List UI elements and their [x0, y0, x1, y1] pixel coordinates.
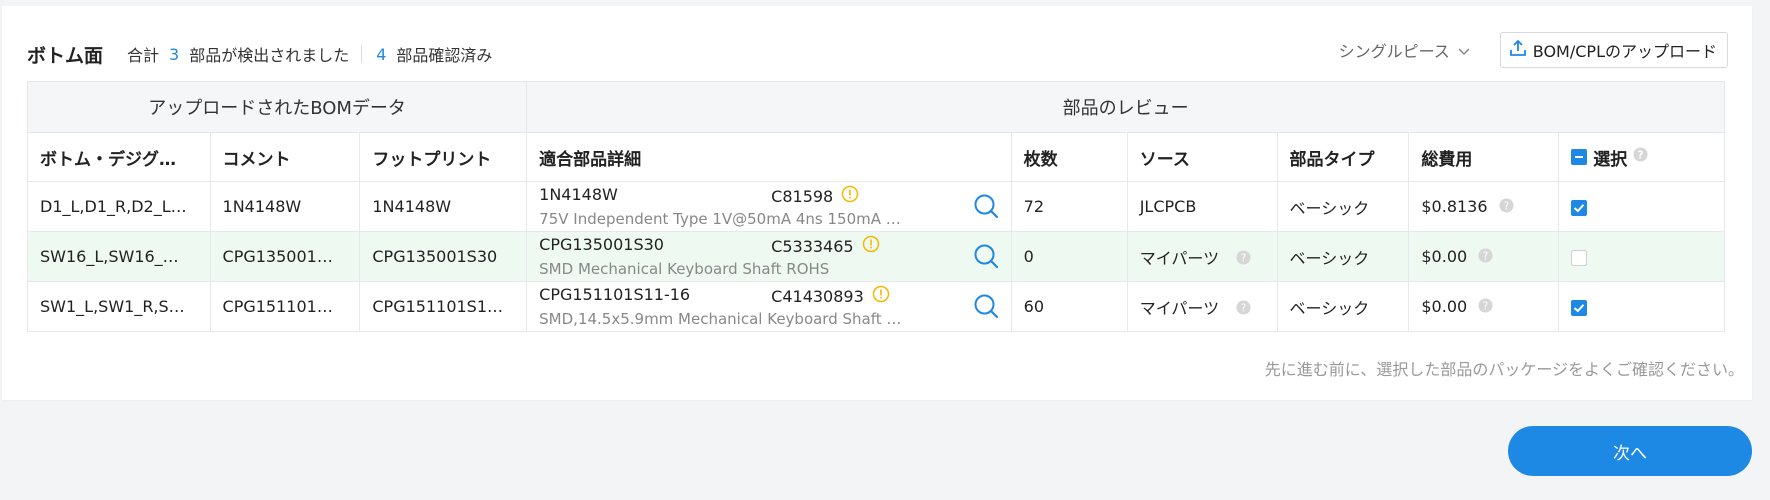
- comment-cell: 1N4148W: [209, 181, 361, 232]
- select-cell: [1558, 281, 1725, 332]
- part-type-cell: ベーシック: [1276, 181, 1410, 232]
- summary-prefix: 合計: [127, 46, 160, 65]
- source-value: マイパーツ: [1139, 248, 1220, 268]
- part-type-cell: ベーシック: [1276, 281, 1410, 332]
- header-controls: シングルピース BOM/CPLのアップロード: [1339, 32, 1728, 68]
- mode-dropdown-value: シングルピース: [1338, 42, 1450, 61]
- source-value: マイパーツ: [1139, 298, 1220, 318]
- svg-text:?: ?: [1503, 200, 1508, 212]
- table-column-header: ボトム・デジグ… コメント フットプリント 適合部品詳細 枚数 ソース 部品タイ…: [27, 132, 1725, 182]
- part-description: 75V Independent Type 1V@50mA 4ns 150mA …: [539, 210, 901, 228]
- part-description: SMD Mechanical Keyboard Shaft ROHS: [539, 260, 830, 278]
- warning-icon[interactable]: [872, 285, 890, 308]
- part-code[interactable]: C81598: [771, 187, 833, 207]
- total-cost-cell: $0.00 ?: [1408, 231, 1560, 282]
- detection-summary: 合計 3 部品が検出されました 4 部品確認済み: [127, 42, 492, 66]
- chevron-down-icon: [1458, 41, 1470, 60]
- help-icon[interactable]: ?: [1236, 299, 1251, 319]
- col-source[interactable]: ソース: [1126, 132, 1278, 182]
- total-cost-value: $0.00: [1421, 296, 1468, 316]
- svg-text:?: ?: [1241, 302, 1246, 314]
- svg-text:?: ?: [1483, 300, 1488, 312]
- col-comment[interactable]: コメント: [209, 132, 361, 182]
- row-select-checkbox[interactable]: [1571, 299, 1588, 316]
- part-type-cell: ベーシック: [1276, 231, 1410, 282]
- total-cost-cell: $0.00 ?: [1408, 281, 1560, 332]
- mode-dropdown[interactable]: シングルピース: [1339, 38, 1470, 62]
- col-footprint[interactable]: フットプリント: [359, 132, 528, 182]
- part-details-cell: CPG135001S30 C5333465 SMD Mechanical Key…: [526, 231, 1012, 282]
- footprint-cell: CPG135001S30: [359, 231, 528, 282]
- help-icon[interactable]: ?: [1633, 147, 1648, 167]
- select-header-label: 選択: [1593, 149, 1628, 170]
- search-icon[interactable]: [973, 293, 999, 323]
- svg-text:?: ?: [1483, 250, 1488, 262]
- warning-icon[interactable]: [862, 235, 880, 258]
- select-cell: [1558, 231, 1725, 282]
- part-name[interactable]: 1N4148W: [539, 185, 771, 208]
- designator-cell: SW1_L,SW1_R,S…: [27, 281, 211, 332]
- part-name[interactable]: CPG151101S11-16: [539, 285, 771, 308]
- total-cost-value: $0.8136: [1421, 196, 1488, 216]
- footprint-cell: CPG151101S1…: [359, 281, 528, 332]
- panel-header: ボトム面 合計 3 部品が検出されました 4 部品確認済み: [27, 38, 492, 70]
- source-cell: マイパーツ ?: [1126, 281, 1278, 332]
- part-code[interactable]: C41430893: [771, 287, 864, 307]
- summary-divider: [361, 45, 363, 63]
- panel-title: ボトム面: [27, 44, 104, 67]
- parts-table: アップロードされたBOMデータ 部品のレビュー ボトム・デジグ… コメント フッ…: [26, 81, 1725, 332]
- detected-count: 3: [169, 44, 180, 64]
- table-row[interactable]: SW16_L,SW16_… CPG135001… CPG135001S30 CP…: [27, 231, 1725, 282]
- total-cost-cell: $0.8136 ?: [1408, 181, 1560, 232]
- help-icon[interactable]: ?: [1499, 197, 1514, 217]
- col-quantity[interactable]: 枚数: [1010, 132, 1128, 182]
- col-total-cost[interactable]: 総費用: [1408, 132, 1560, 182]
- svg-text:?: ?: [1638, 149, 1644, 161]
- col-part-details[interactable]: 適合部品詳細: [526, 132, 1012, 182]
- help-icon[interactable]: ?: [1478, 297, 1493, 317]
- comment-cell: CPG135001…: [209, 231, 361, 282]
- confirmed-count: 4: [376, 44, 387, 64]
- row-select-checkbox[interactable]: [1571, 199, 1588, 216]
- select-all-checkbox[interactable]: [1571, 149, 1588, 165]
- comment-cell: CPG151101…: [209, 281, 361, 332]
- next-button[interactable]: 次へ: [1508, 426, 1752, 476]
- col-part-type[interactable]: 部品タイプ: [1276, 132, 1410, 182]
- designator-cell: D1_L,D1_R,D2_L…: [27, 181, 211, 232]
- help-icon[interactable]: ?: [1236, 249, 1251, 269]
- upload-button-label: BOM/CPLのアップロード: [1532, 42, 1717, 61]
- row-select-checkbox[interactable]: [1571, 249, 1588, 266]
- designator-cell: SW16_L,SW16_…: [27, 231, 211, 282]
- warning-icon[interactable]: [841, 185, 859, 208]
- svg-text:?: ?: [1241, 252, 1246, 264]
- upload-icon: [1509, 39, 1533, 61]
- group-uploaded-bom: アップロードされたBOMデータ: [26, 81, 528, 133]
- part-name[interactable]: CPG135001S30: [539, 235, 771, 258]
- part-code[interactable]: C5333465: [771, 237, 853, 257]
- part-details-cell: 1N4148W C81598 75V Independent Type 1V@5…: [526, 181, 1012, 232]
- part-details-cell: CPG151101S11-16 C41430893 SMD,14.5x5.9mm…: [526, 281, 1012, 332]
- table-row[interactable]: D1_L,D1_R,D2_L… 1N4148W 1N4148W 1N4148W …: [27, 181, 1725, 232]
- col-designator[interactable]: ボトム・デジグ…: [27, 132, 211, 182]
- part-description: SMD,14.5x5.9mm Mechanical Keyboard Shaft…: [539, 310, 902, 328]
- group-part-review: 部品のレビュー: [526, 81, 1725, 133]
- col-select: 選択 ?: [1558, 132, 1725, 182]
- source-cell: JLCPCB: [1126, 181, 1278, 232]
- total-cost-value: $0.00: [1421, 246, 1468, 266]
- upload-bom-cpl-button[interactable]: BOM/CPLのアップロード: [1499, 32, 1728, 68]
- table-row[interactable]: SW1_L,SW1_R,S… CPG151101… CPG151101S1… C…: [27, 281, 1725, 332]
- table-group-header: アップロードされたBOMデータ 部品のレビュー: [26, 81, 1725, 133]
- package-check-note: 先に進む前に、選択した部品のパッケージをよくご確認ください。: [1264, 360, 1744, 379]
- detected-label: 部品が検出されました: [189, 46, 350, 65]
- search-icon[interactable]: [973, 193, 999, 223]
- help-icon[interactable]: ?: [1478, 247, 1493, 267]
- source-cell: マイパーツ ?: [1126, 231, 1278, 282]
- select-cell: [1558, 181, 1725, 232]
- quantity-cell: 0: [1010, 231, 1128, 282]
- confirmed-label: 部品確認済み: [396, 46, 493, 65]
- search-icon[interactable]: [973, 243, 999, 273]
- quantity-cell: 60: [1010, 281, 1128, 332]
- footprint-cell: 1N4148W: [359, 181, 528, 232]
- quantity-cell: 72: [1010, 181, 1128, 232]
